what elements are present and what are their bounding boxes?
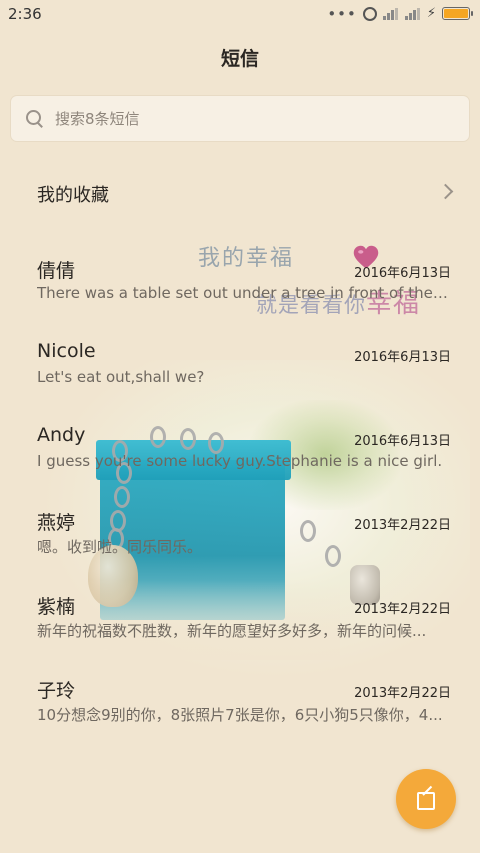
charging-bolt-icon: ⚡ bbox=[426, 6, 436, 21]
message-date: 2013年2月22日 bbox=[354, 686, 451, 701]
search-box[interactable] bbox=[11, 96, 469, 141]
search-icon bbox=[25, 109, 45, 129]
message-sender: Andy bbox=[37, 424, 86, 446]
message-date: 2013年2月22日 bbox=[354, 518, 451, 533]
message-item[interactable]: 子玲 2013年2月22日 10分想念9别的你，8张照片7张是你，6只小狗5只像… bbox=[0, 656, 480, 740]
message-item[interactable]: 倩倩 2016年6月13日 There was a table set out … bbox=[0, 236, 480, 320]
message-date: 2016年6月13日 bbox=[354, 350, 451, 365]
chevron-right-icon bbox=[437, 183, 454, 200]
message-item[interactable]: Andy 2016年6月13日 I guess you're some luck… bbox=[0, 404, 480, 488]
message-date: 2016年6月13日 bbox=[354, 266, 451, 281]
page-title: 短信 bbox=[220, 48, 259, 70]
search-input[interactable] bbox=[55, 109, 435, 128]
signal-icon bbox=[382, 7, 399, 20]
message-date: 2013年2月22日 bbox=[354, 602, 451, 617]
compose-button[interactable] bbox=[396, 769, 456, 829]
message-sender: Nicole bbox=[37, 340, 96, 362]
compose-icon bbox=[417, 790, 435, 810]
more-dots-icon: ••• bbox=[327, 4, 357, 23]
message-preview: There was a table set out under a tree i… bbox=[37, 284, 452, 302]
message-preview: 10分想念9别的你，8张照片7张是你，6只小狗5只像你，4... bbox=[37, 706, 443, 724]
signal-icon bbox=[404, 7, 421, 20]
status-time: 2:36 bbox=[8, 5, 42, 23]
message-item[interactable]: 紫楠 2013年2月22日 新年的祝福数不胜数，新年的愿望好多好多，新年的问候.… bbox=[0, 572, 480, 656]
message-date: 2016年6月13日 bbox=[354, 434, 451, 449]
status-icons: ••• ⚡ bbox=[327, 4, 473, 23]
message-list: 倩倩 2016年6月13日 There was a table set out … bbox=[0, 236, 480, 740]
favorites-label: 我的收藏 bbox=[37, 185, 109, 206]
message-item[interactable]: 燕婷 2013年2月22日 嗯。收到啦。同乐同乐。 bbox=[0, 488, 480, 572]
message-sender: 紫楠 bbox=[37, 596, 76, 618]
message-sender: 子玲 bbox=[37, 680, 76, 702]
battery-fill bbox=[444, 9, 468, 18]
message-preview: I guess you're some lucky guy.Stephanie … bbox=[37, 452, 443, 470]
message-preview: Let's eat out,shall we? bbox=[37, 368, 205, 386]
message-preview: 嗯。收到啦。同乐同乐。 bbox=[37, 538, 203, 556]
favorites-row[interactable]: 我的收藏 bbox=[0, 168, 480, 220]
alarm-icon bbox=[362, 6, 377, 21]
message-sender: 倩倩 bbox=[37, 260, 76, 282]
status-bar: 2:36 ••• ⚡ bbox=[0, 0, 480, 28]
message-preview: 新年的祝福数不胜数，新年的愿望好多好多，新年的问候... bbox=[37, 622, 427, 640]
battery-icon bbox=[442, 7, 473, 20]
message-sender: 燕婷 bbox=[37, 512, 76, 534]
message-item[interactable]: Nicole 2016年6月13日 Let's eat out,shall we… bbox=[0, 320, 480, 404]
